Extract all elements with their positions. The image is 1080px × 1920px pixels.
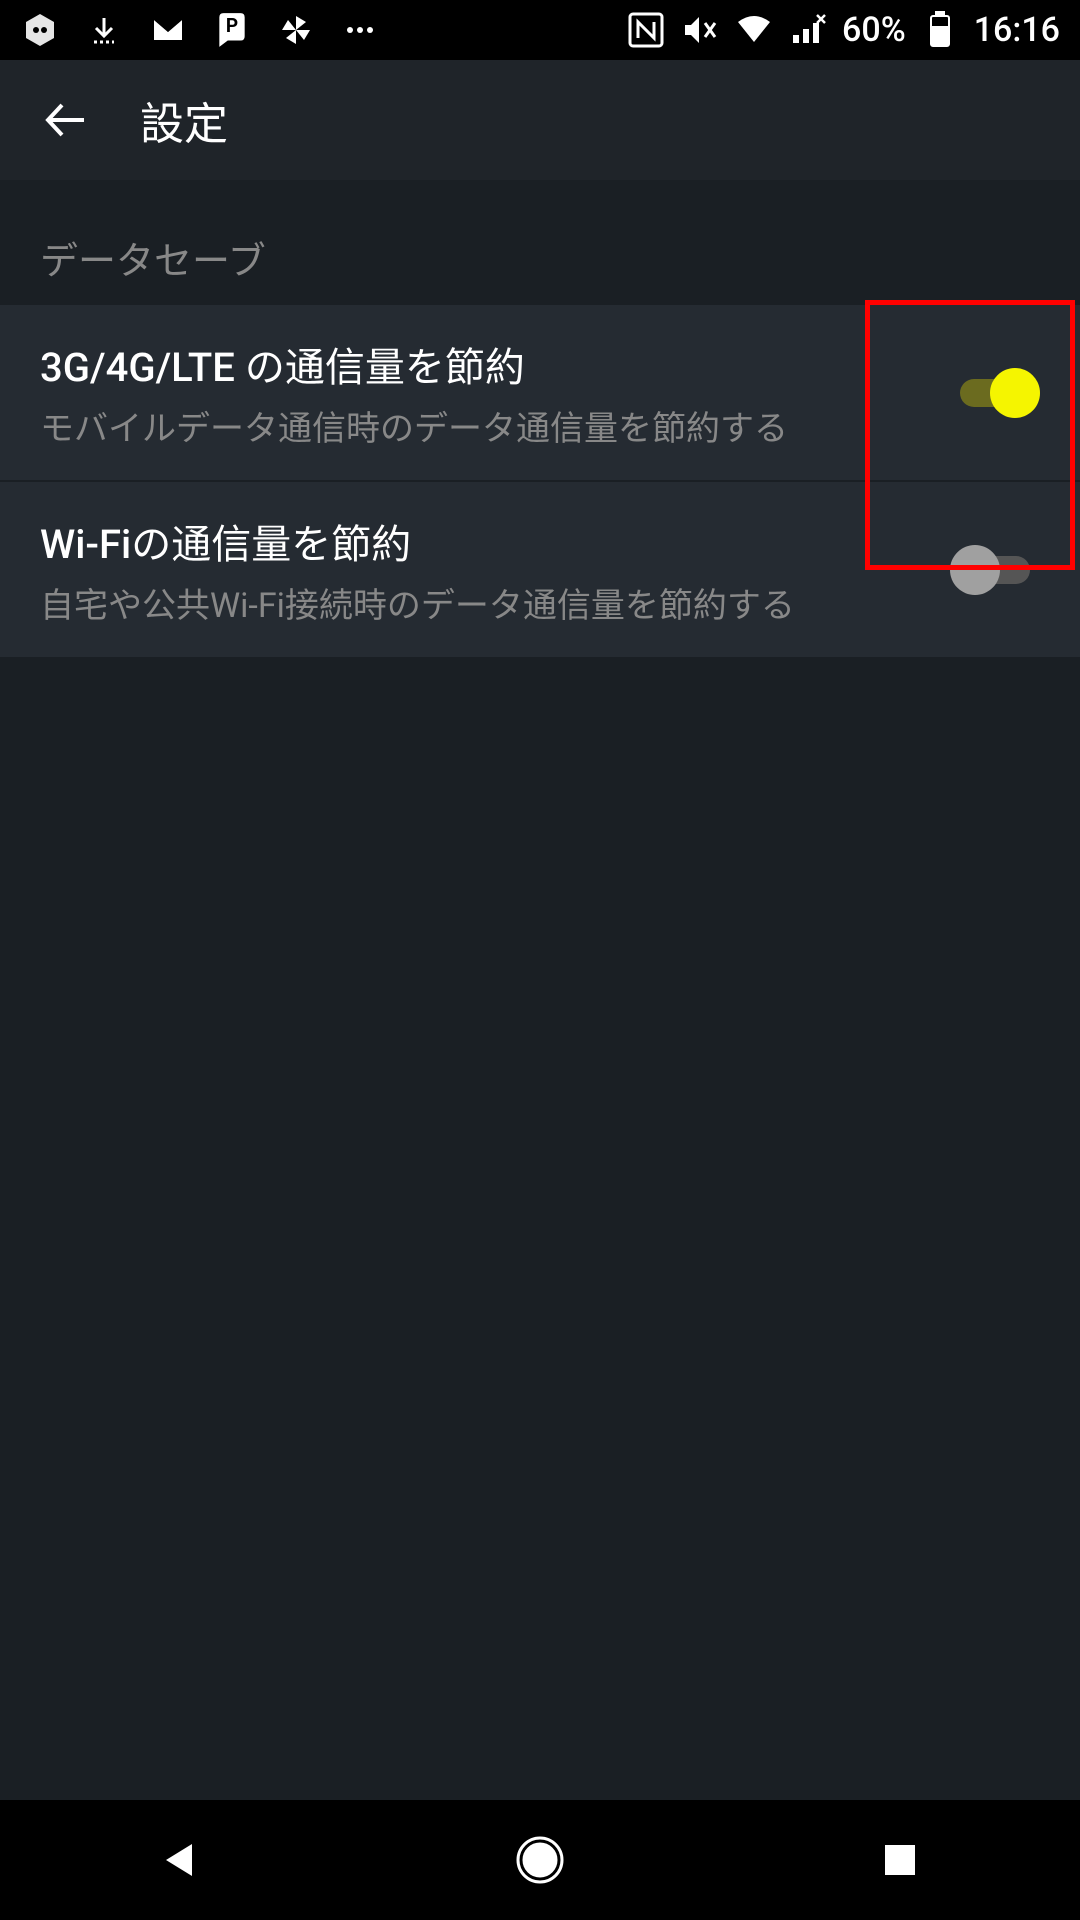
toggle-mobile-data-saver[interactable] [950,368,1040,418]
app-bar: 設定 [0,60,1080,180]
setting-text: Wi-Fiの通信量を節約 自宅や公共Wi-Fi接続時のデータ通信量を節約する [40,512,930,627]
square-recent-icon [881,1841,919,1879]
page-title: 設定 [140,88,228,152]
status-left-icons: P [20,10,380,50]
signal-icon [788,10,828,50]
nav-back-button[interactable] [150,1830,210,1890]
app-icon-p: P [212,10,252,50]
status-bar: P 60% 16:16 [0,0,1080,60]
nav-recent-button[interactable] [870,1830,930,1890]
mail-icon [148,10,188,50]
back-button[interactable] [40,95,90,145]
app-icon-1 [20,10,60,50]
setting-description: モバイルデータ通信時のデータ通信量を節約する [40,401,930,450]
more-icon [340,10,380,50]
nfc-icon [626,10,666,50]
section-header: データセーブ [0,180,1080,305]
nav-home-button[interactable] [510,1830,570,1890]
triangle-back-icon [158,1838,202,1882]
content-area: データセーブ 3G/4G/LTE の通信量を節約 モバイルデータ通信時のデータ通… [0,180,1080,659]
pinwheel-icon [276,10,316,50]
setting-wifi-data-saver[interactable]: Wi-Fiの通信量を節約 自宅や公共Wi-Fi接続時のデータ通信量を節約する [0,482,1080,659]
toggle-wifi-data-saver[interactable] [950,545,1040,595]
status-right-icons: 60% 16:16 [626,10,1060,50]
volume-mute-icon [680,10,720,50]
navigation-bar [0,1800,1080,1920]
setting-mobile-data-saver[interactable]: 3G/4G/LTE の通信量を節約 モバイルデータ通信時のデータ通信量を節約する [0,305,1080,482]
download-icon [84,10,124,50]
battery-percent: 60% [842,10,906,50]
setting-title: 3G/4G/LTE の通信量を節約 [40,335,930,393]
svg-text:P: P [226,14,238,37]
setting-text: 3G/4G/LTE の通信量を節約 モバイルデータ通信時のデータ通信量を節約する [40,335,930,450]
clock: 16:16 [974,10,1060,50]
setting-title: Wi-Fiの通信量を節約 [40,512,930,570]
wifi-icon [734,10,774,50]
setting-description: 自宅や公共Wi-Fi接続時のデータ通信量を節約する [40,578,930,627]
circle-home-icon [514,1834,566,1886]
arrow-left-icon [40,95,90,145]
battery-icon [920,10,960,50]
